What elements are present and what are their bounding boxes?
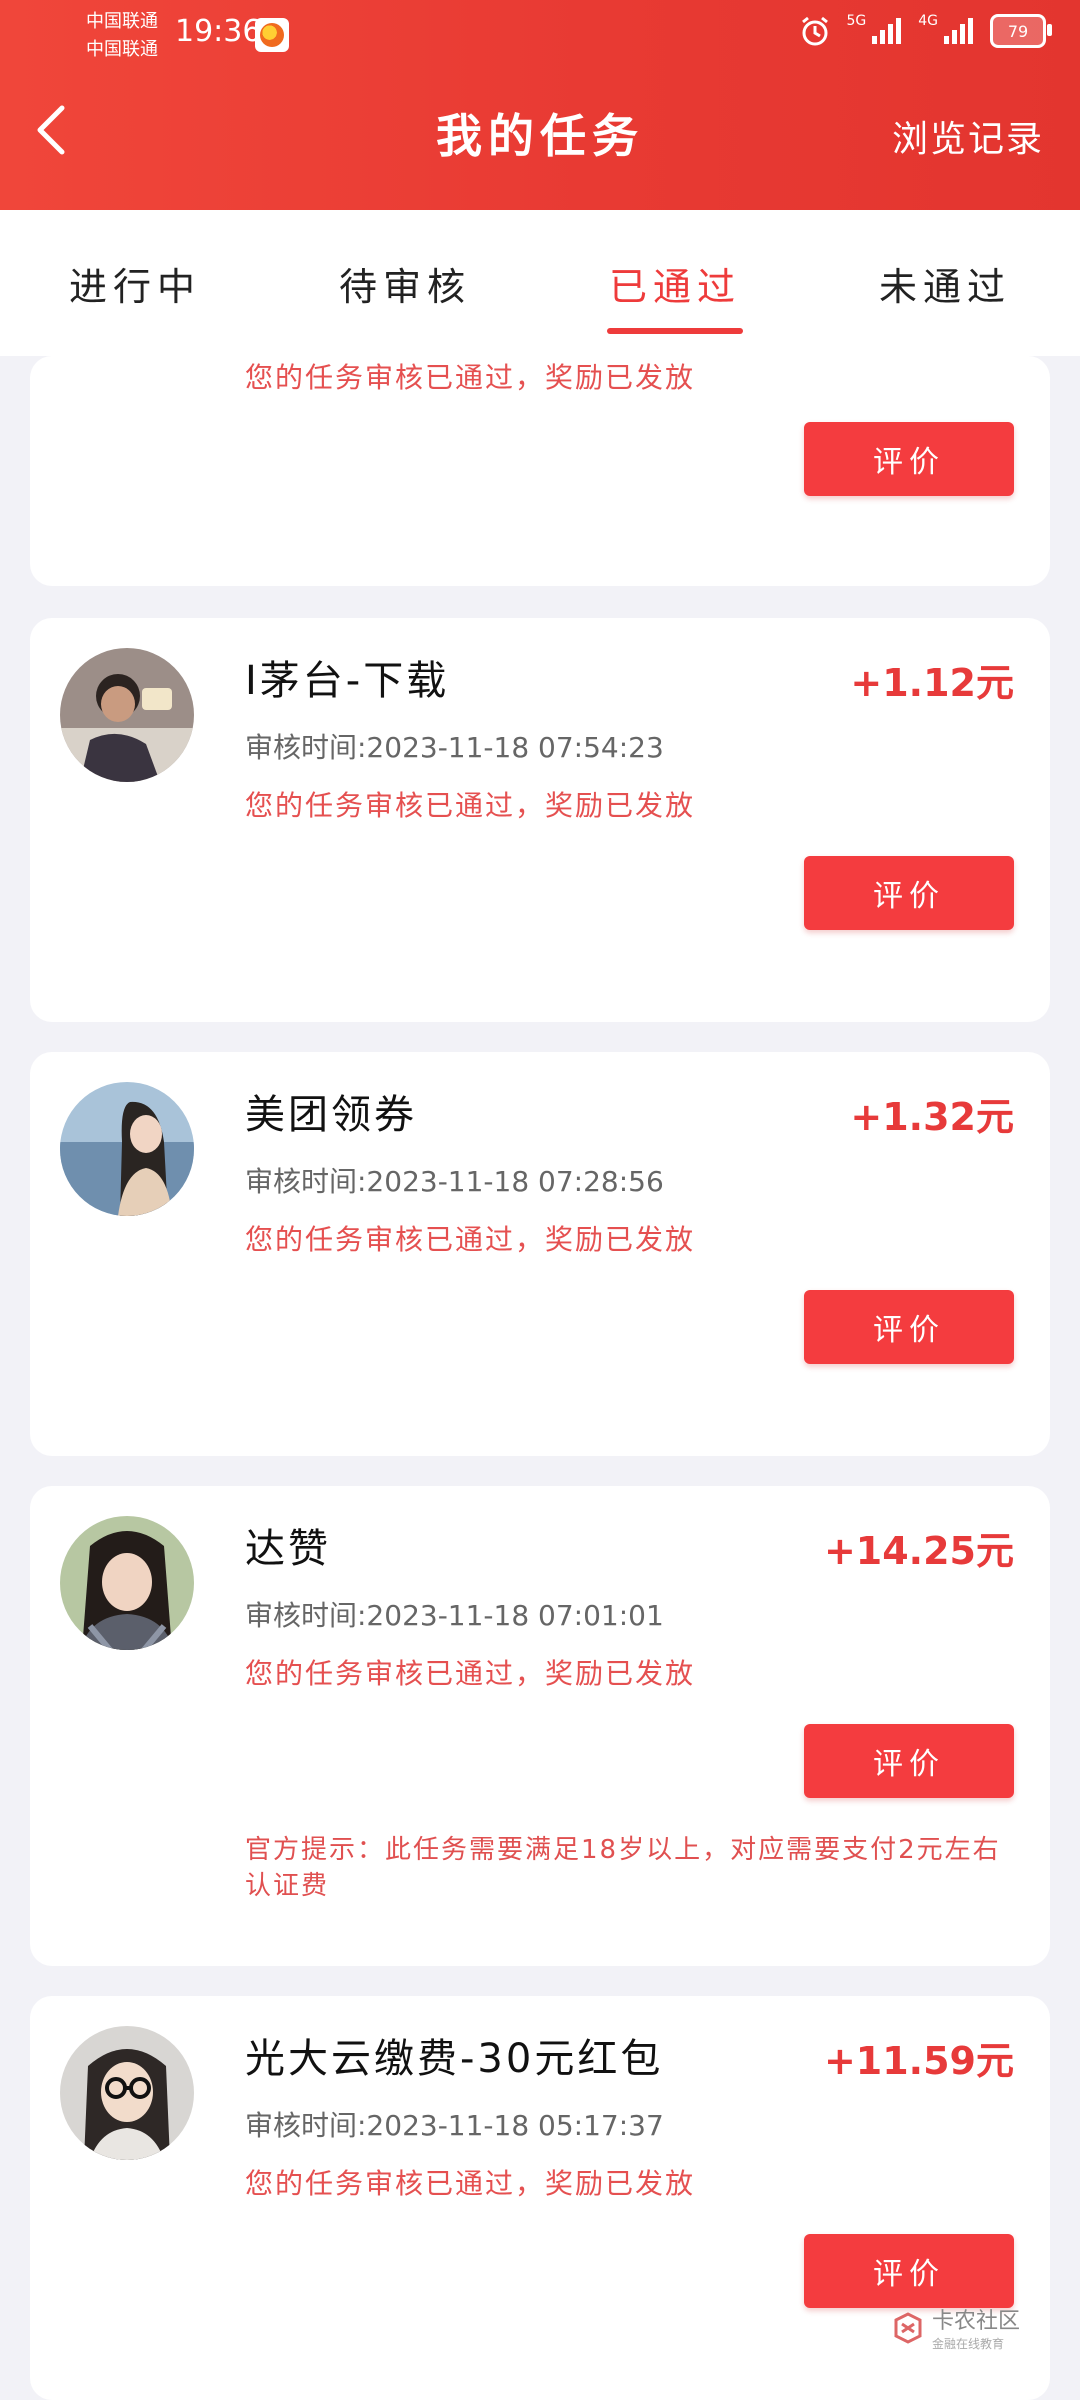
reward-amount: +11.59元 [823,2039,1014,2083]
battery-icon: 79 [990,14,1052,48]
task-card[interactable]: 美团领券 +1.32元 审核时间:2023-11-18 07:28:56 您的任… [30,1052,1050,1456]
avatar [60,648,194,782]
task-status-text: 您的任务审核已通过，奖励已发放 [245,2167,696,2200]
review-time: 审核时间:2023-11-18 05:17:37 [245,2109,664,2142]
kanong-logo-icon [894,2311,922,2344]
task-status-tabs: 进行中 待审核 已通过 未通过 [0,210,1080,356]
reward-amount: +14.25元 [823,1529,1014,1573]
avatar [60,2026,194,2160]
rate-button[interactable]: 评价 [804,2234,1014,2308]
watermark: 卡农社区 金融在线教育 [892,2303,1020,2352]
task-status-text: 您的任务审核已通过，奖励已发放 [245,789,696,822]
carrier-info: 中国联通 中国联通 [86,8,158,64]
tab-approved[interactable]: 已通过 [540,210,810,356]
task-card[interactable]: 达赞 +14.25元 审核时间:2023-11-18 07:01:01 您的任务… [30,1486,1050,1966]
network-label-1: 5G [846,13,867,29]
task-status-text: 您的任务审核已通过，奖励已发放 [245,1657,696,1690]
tab-in-progress[interactable]: 进行中 [0,210,270,356]
alarm-icon [798,14,832,48]
battery-level: 79 [1007,21,1029,41]
status-time: 19:36 [175,14,262,49]
task-card-partial: 您的任务审核已通过，奖励已发放 评价 [30,356,1050,586]
task-card[interactable]: I茅台-下载 +1.12元 审核时间:2023-11-18 07:54:23 您… [30,618,1050,1022]
review-time: 审核时间:2023-11-18 07:28:56 [245,1165,664,1198]
task-status-text: 您的任务审核已通过，奖励已发放 [245,361,696,394]
reward-amount: +1.32元 [850,1095,1014,1139]
watermark-subtitle: 金融在线教育 [931,2337,1004,2351]
task-title: 达赞 [245,1526,331,1572]
task-title: 光大云缴费-30元红包 [245,2036,664,2082]
signal-icon-2 [942,16,976,46]
tab-rejected[interactable]: 未通过 [810,210,1080,356]
rate-button[interactable]: 评价 [804,1724,1014,1798]
avatar [60,1516,194,1650]
review-time: 审核时间:2023-11-18 07:54:23 [245,731,664,764]
carrier-2: 中国联通 [86,39,158,60]
status-right-icons: 5G 4G 79 [798,13,1052,48]
task-title: I茅台-下载 [245,658,450,704]
signal-icon-1 [870,16,904,46]
top-app-bar: 中国联通 中国联通 19:36 5G 4G 79 我的任务 浏览记录 [0,0,1080,210]
app-notification-icon [255,18,289,52]
review-time: 审核时间:2023-11-18 07:01:01 [245,1599,664,1632]
rate-button[interactable]: 评价 [804,422,1014,496]
rate-button[interactable]: 评价 [804,856,1014,930]
reward-amount: +1.12元 [850,661,1014,705]
task-status-text: 您的任务审核已通过，奖励已发放 [245,1223,696,1256]
browse-history-link[interactable]: 浏览记录 [892,110,1044,162]
tab-pending-review[interactable]: 待审核 [270,210,540,356]
official-tip: 官方提示：此任务需要满足18岁以上，对应需要支付2元左右认证费 [245,1835,1001,1901]
avatar [60,1082,194,1216]
task-title: 美团领券 [245,1092,417,1138]
carrier-1: 中国联通 [86,11,158,32]
watermark-title: 卡农社区 [931,2309,1020,2334]
network-label-2: 4G [918,13,938,29]
rate-button[interactable]: 评价 [804,1290,1014,1364]
